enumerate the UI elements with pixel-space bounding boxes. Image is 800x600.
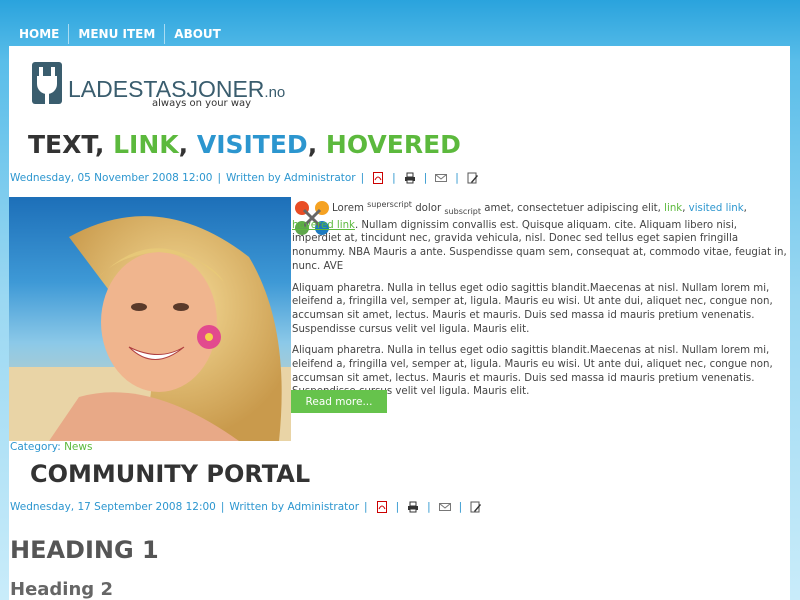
logo-tagline: always on your way [152,98,252,109]
inline-visited-link[interactable]: visited link [689,203,744,214]
heading-1: HEADING 1 [10,536,159,564]
heading-2: Heading 2 [10,579,113,600]
category-link[interactable]: News [64,441,92,453]
top-navigation: HOME MENU ITEM ABOUT [10,22,230,46]
article-title: TEXT, LINK, VISITED, HOVERED [28,130,461,159]
edit-icon[interactable] [467,172,479,184]
inline-link[interactable]: link [664,203,682,214]
article-author-2: Written by Administrator [229,501,360,513]
article-category: Category: News [10,441,93,453]
article-date: Wednesday, 05 November 2008 12:00 [10,172,213,184]
article-meta-2: Wednesday, 17 September 2008 12:00 | Wri… [10,501,485,513]
nav-menu-item[interactable]: MENU ITEM [68,24,164,44]
email-icon[interactable] [438,501,451,513]
article-date-2: Wednesday, 17 September 2008 12:00 [10,501,216,513]
article-photo [9,197,291,441]
pdf-icon[interactable] [372,172,384,184]
article-title-2: COMMUNITY PORTAL [30,460,311,488]
print-icon[interactable] [404,172,416,184]
site-logo[interactable]: LADESTASJONER.no always on your way [30,60,285,112]
email-icon[interactable] [435,172,448,184]
nav-home[interactable]: HOME [10,24,68,44]
article-author: Written by Administrator [226,172,356,184]
plug-logo-icon [32,62,62,104]
article-meta: Wednesday, 05 November 2008 12:00 | Writ… [10,172,482,184]
edit-icon[interactable] [470,501,482,513]
inline-hovered-link[interactable]: hovered link [292,220,355,231]
read-more-button[interactable]: Read more... [291,390,387,413]
nav-about[interactable]: ABOUT [164,24,230,44]
page-container: LADESTASJONER.no always on your way TEXT… [9,46,790,600]
article-body: Lorem superscript dolor subscript amet, … [292,198,789,407]
paragraph-1: Lorem superscript dolor subscript amet, … [292,200,787,272]
paragraph-2: Aliquam pharetra. Nulla in tellus eget o… [292,282,773,335]
print-icon[interactable] [407,501,419,513]
pdf-icon[interactable] [376,501,388,513]
